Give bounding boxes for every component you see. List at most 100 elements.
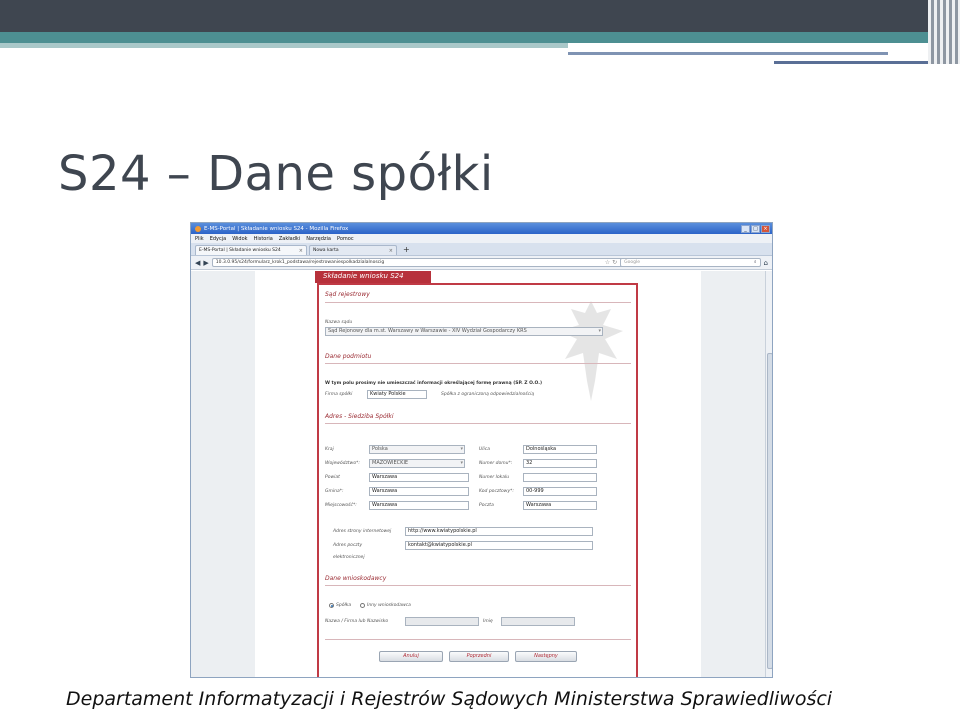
website-label: Adres strony internetowej bbox=[333, 529, 392, 534]
tab-bar: E-MS-Portal | Składanie wniosku S24 × No… bbox=[191, 243, 772, 256]
submitter-name-input[interactable] bbox=[405, 617, 479, 626]
slide-header-line bbox=[568, 52, 888, 55]
section-divider bbox=[325, 302, 631, 303]
radio-company[interactable] bbox=[329, 603, 334, 608]
postal-code-label: Kod pocztowy*: bbox=[479, 489, 514, 494]
menu-edit[interactable]: Edycja bbox=[210, 236, 227, 242]
menu-history[interactable]: Historia bbox=[254, 236, 273, 242]
navigation-bar: ◀ ▶ 10.3.0.95/s24/formularz_krok1_podsta… bbox=[191, 256, 772, 270]
tab-emsportal[interactable]: E-MS-Portal | Składanie wniosku S24 × bbox=[195, 245, 307, 255]
search-input[interactable]: Google ⌕ bbox=[620, 258, 761, 267]
street-label: Ulica bbox=[479, 447, 491, 452]
firefox-icon bbox=[195, 225, 201, 232]
browser-window: E-MS-Portal | Składanie wniosku S24 - Mo… bbox=[190, 222, 773, 678]
home-icon[interactable]: ⌂ bbox=[764, 259, 768, 267]
radio-other-submitter[interactable] bbox=[360, 603, 365, 608]
cancel-button[interactable]: Anuluj bbox=[379, 651, 443, 662]
close-icon[interactable]: × bbox=[299, 248, 303, 254]
flat-number-label: Numer lokalu bbox=[479, 475, 510, 480]
section-submitter-title: Dane wnioskodawcy bbox=[325, 575, 387, 582]
tab-new-tab[interactable]: Nowa karta × bbox=[309, 245, 397, 255]
slide-header-bar bbox=[0, 0, 960, 32]
slide-header-accent bbox=[0, 32, 960, 43]
menu-bar: Plik Edycja Widok Historia Zakładki Narz… bbox=[191, 234, 772, 243]
page-viewport: Składanie wniosku S24 Sąd rejestrowy Naz… bbox=[191, 271, 765, 677]
country-select[interactable]: Polska ▾ bbox=[369, 445, 465, 454]
close-window-button[interactable]: × bbox=[761, 224, 770, 233]
new-tab-button[interactable]: + bbox=[399, 245, 414, 255]
legal-form-note: W tym polu prosimy nie umieszczać inform… bbox=[325, 381, 543, 386]
search-placeholder: Google bbox=[624, 260, 640, 265]
menu-file[interactable]: Plik bbox=[195, 236, 204, 242]
postal-code-input[interactable]: 00-999 bbox=[523, 487, 597, 496]
county-label: Powiat bbox=[325, 475, 340, 480]
email-label-line2: elektronicznej bbox=[333, 555, 365, 560]
website-input[interactable]: http://www.kwiatypolskie.pl bbox=[405, 527, 593, 536]
country-value: Polska bbox=[372, 446, 388, 452]
municipality-label: Gmina*: bbox=[325, 489, 344, 494]
slide-header-line-2 bbox=[774, 61, 944, 64]
window-title: E-MS-Portal | Składanie wniosku S24 - Mo… bbox=[204, 225, 349, 232]
flat-number-input[interactable] bbox=[523, 473, 597, 482]
street-input[interactable]: Dolnośląska bbox=[523, 445, 597, 454]
slide-footer: Departament Informatyzacji i Rejestrów S… bbox=[66, 688, 833, 710]
section-divider bbox=[325, 585, 631, 586]
window-titlebar: E-MS-Portal | Składanie wniosku S24 - Mo… bbox=[191, 223, 772, 234]
chevron-down-icon: ▾ bbox=[598, 328, 601, 334]
city-label: Miejscowość*: bbox=[325, 503, 357, 508]
slide-title: S24 – Dane spółki bbox=[58, 146, 494, 202]
radio-company-label: Spółka bbox=[336, 603, 352, 608]
slide-corner-stripes bbox=[928, 0, 960, 64]
window-controls: _ □ × bbox=[741, 224, 772, 233]
house-number-label: Numer domu*: bbox=[479, 461, 513, 466]
menu-bookmarks[interactable]: Zakładki bbox=[279, 236, 300, 242]
city-input[interactable]: Warszawa bbox=[369, 501, 469, 510]
section-divider bbox=[325, 363, 631, 364]
form-header: Składanie wniosku S24 bbox=[315, 271, 431, 283]
maximize-button[interactable]: □ bbox=[751, 224, 760, 233]
tab-label: E-MS-Portal | Składanie wniosku S24 bbox=[199, 248, 281, 253]
section-divider bbox=[325, 423, 631, 424]
post-office-input[interactable]: Warszawa bbox=[523, 501, 597, 510]
menu-view[interactable]: Widok bbox=[232, 236, 247, 242]
municipality-input[interactable]: Warszawa bbox=[369, 487, 469, 496]
close-icon[interactable]: × bbox=[389, 248, 393, 254]
company-name-input[interactable]: Kwiaty Polskie bbox=[367, 390, 427, 399]
submitter-firstname-input[interactable] bbox=[501, 617, 575, 626]
email-label-line1: Adres poczty bbox=[333, 543, 363, 548]
section-court-title: Sąd rejestrowy bbox=[325, 291, 370, 298]
court-label: Nazwa sądu bbox=[325, 320, 353, 325]
submitter-name-label: Nazwa / Firma lub Nazwisko bbox=[325, 619, 389, 624]
s24-form: Sąd rejestrowy Nazwa sądu Sąd Rejonowy d… bbox=[317, 283, 638, 677]
voivodeship-value: MAZOWIECKIE bbox=[372, 460, 409, 466]
previous-button[interactable]: Poprzedni bbox=[449, 651, 509, 662]
post-office-label: Poczta bbox=[479, 503, 494, 508]
back-arrow-icon[interactable]: ◀ bbox=[195, 259, 200, 267]
menu-help[interactable]: Pomoc bbox=[337, 236, 354, 242]
county-input[interactable]: Warszawa bbox=[369, 473, 469, 482]
radio-other-label: Inny wnioskodawca bbox=[367, 603, 411, 608]
voivodeship-select[interactable]: MAZOWIECKIE ▾ bbox=[369, 459, 465, 468]
country-label: Kraj bbox=[325, 447, 334, 452]
section-address-title: Adres - Siedziba Spółki bbox=[325, 413, 394, 420]
forward-arrow-icon[interactable]: ▶ bbox=[203, 259, 208, 267]
section-divider bbox=[325, 639, 631, 640]
next-button[interactable]: Następny bbox=[515, 651, 577, 662]
company-suffix: Spółka z ograniczoną odpowiedzialnością bbox=[441, 392, 535, 397]
scrollbar-thumb[interactable] bbox=[767, 353, 772, 669]
section-entity-title: Dane podmiotu bbox=[325, 353, 372, 360]
vertical-scrollbar[interactable] bbox=[765, 271, 772, 677]
bookmark-star-icon[interactable]: ☆ ↻ bbox=[605, 259, 617, 266]
search-icon[interactable]: ⌕ bbox=[754, 259, 757, 266]
menu-tools[interactable]: Narzędzia bbox=[306, 236, 331, 242]
email-input[interactable]: kontakt@kwiatypolskie.pl bbox=[405, 541, 593, 550]
minimize-button[interactable]: _ bbox=[741, 224, 750, 233]
court-value: Sąd Rejonowy dla m.st. Warszawy w Warsza… bbox=[328, 328, 527, 334]
chevron-down-icon: ▾ bbox=[460, 446, 463, 452]
address-bar[interactable]: 10.3.0.95/s24/formularz_krok1_podstawa/r… bbox=[211, 258, 632, 267]
eagle-emblem-icon bbox=[559, 301, 623, 401]
company-name-label: Firma spółki bbox=[325, 392, 353, 397]
house-number-input[interactable]: 32 bbox=[523, 459, 597, 468]
court-select[interactable]: Sąd Rejonowy dla m.st. Warszawy w Warsza… bbox=[325, 327, 603, 336]
slide-header-stripe bbox=[0, 43, 568, 48]
